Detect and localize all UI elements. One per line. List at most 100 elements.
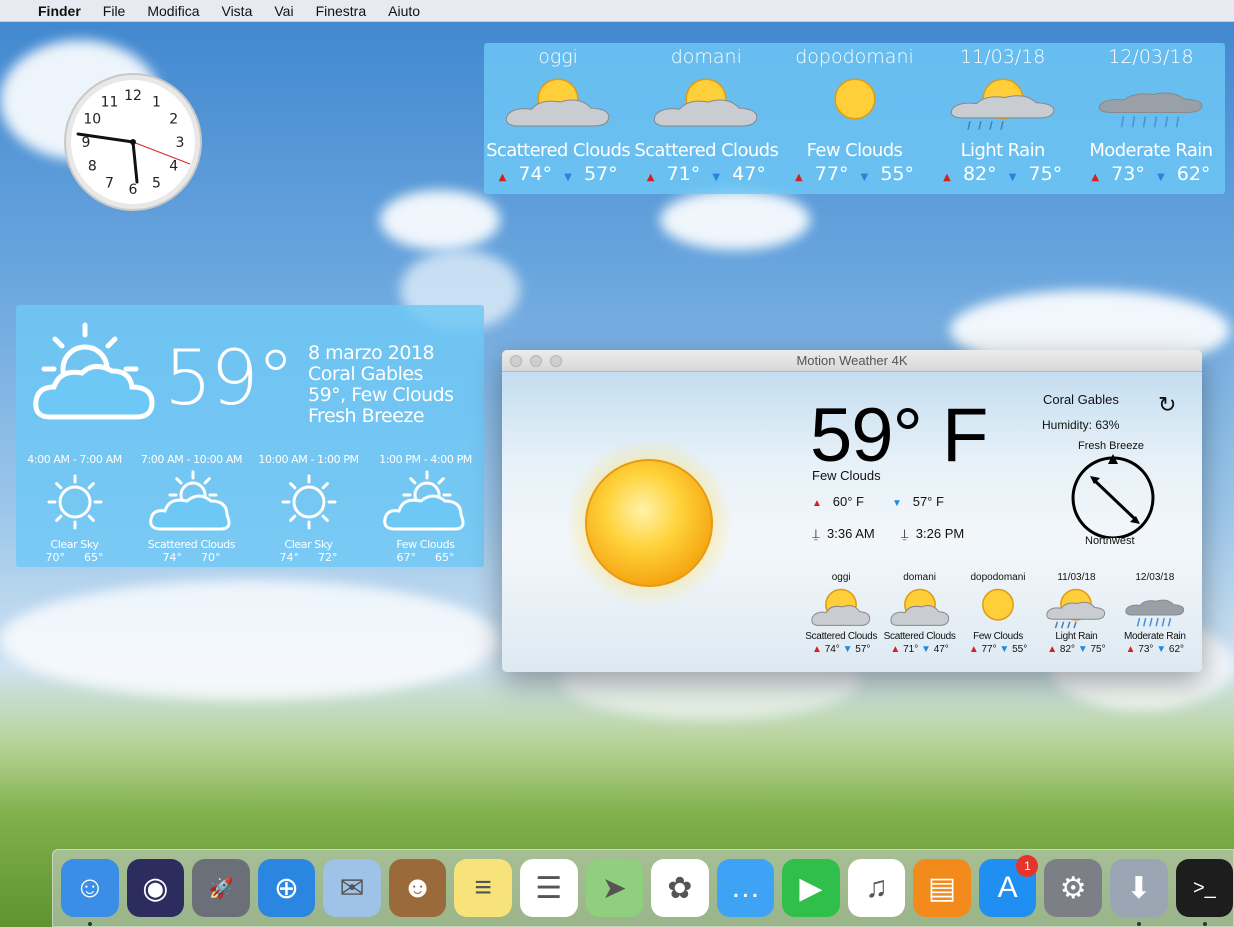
slot-time: 1:00 PM - 4:00 PM [379,453,472,466]
menu-app-finder[interactable]: Finder [38,3,81,19]
forecast-day: dopodomani Few Clouds ▲ 77° ▼ 55° [780,43,928,194]
zoom-window-button[interactable] [550,355,562,367]
menu-aiuto[interactable]: Aiuto [388,3,420,19]
slot-time: 7:00 AM - 10:00 AM [140,453,243,466]
mini-day-name: domani [903,572,937,583]
forecast-day: oggi Scattered Clouds ▲ 74° ▼ 57° [484,43,632,194]
mini-high: 74° [824,644,840,655]
dock-mail-icon[interactable]: ✉ [323,859,381,917]
running-indicator [1202,922,1207,926]
forecast-day: 12/03/18 Moderate Rain ▲ 73° ▼ 62° [1077,43,1225,194]
slot-temp-2: 72° [318,551,338,564]
mini-high: 77° [981,644,997,655]
menu-file[interactable]: File [103,3,126,19]
forecast-condition: Few Clouds [806,140,903,161]
mini-day-name: 12/03/18 [1135,572,1175,583]
high-temp: ▲ 60° F [812,494,864,509]
running-indicator [1137,922,1141,926]
light-rain-icon [1037,583,1115,631]
motion-weather-window[interactable]: Motion Weather 4K 59° F Few Clouds ▲ 60°… [502,350,1202,672]
down-arrow-icon: ▼ [999,644,1010,655]
clock-widget: 12 1 2 3 4 5 6 7 8 9 10 11 [55,72,212,212]
dock-photos-icon[interactable]: ✿ [651,859,709,917]
dock-system-preferences-icon[interactable]: ⚙ [1044,859,1102,917]
forecast-widget[interactable]: oggi Scattered Clouds ▲ 74° ▼ 57° domani… [484,43,1225,194]
window-titlebar[interactable]: Motion Weather 4K [502,350,1202,372]
dock-maps-icon[interactable]: ➤ [585,859,644,917]
window-condition: Few Clouds [812,468,881,483]
scattered-clouds-icon [880,583,958,631]
up-arrow-icon: ▲ [794,172,803,183]
dock-contacts-icon[interactable]: ☻ [388,859,447,917]
current-city: Coral Gables [308,363,423,385]
sunrise: ⍊ 3:36 AM [812,526,875,541]
mini-forecast-day: oggi Scattered Clouds ▲ 74° ▼ 57° [802,572,880,655]
mini-low: 55° [1012,644,1028,655]
slot-condition: Clear Sky [284,538,333,551]
minimize-window-button[interactable] [530,355,542,367]
few-clouds-icon [959,583,1037,631]
clock-number: 6 [129,182,138,198]
menu-modifica[interactable]: Modifica [147,3,199,19]
forecast-day-name: domani [670,46,742,68]
menu-vista[interactable]: Vista [221,3,252,19]
window-temperature: 59° F [810,393,988,478]
menu-finestra[interactable]: Finestra [316,3,367,19]
forecast-high: 71° [666,163,701,185]
up-arrow-icon: ▲ [1125,644,1136,655]
current-summary: 59°, Few Clouds [308,384,454,406]
slot-condition: Few Clouds [396,538,455,551]
dock-facetime-icon[interactable]: ▶ [782,859,840,917]
mini-condition: Scattered Clouds [883,631,956,642]
few-clouds-icon [30,317,160,431]
dock-launchpad-icon[interactable]: 🚀 [192,859,250,917]
low-temp: ▼ 57° F [891,494,944,509]
forecast-day-name: 11/03/18 [960,46,1046,68]
dock-siri-icon[interactable]: ◉ [126,859,185,917]
dock-reminders-icon[interactable]: ☰ [519,859,578,917]
dock-downloads-icon[interactable]: ⬇ [1110,859,1168,926]
menu-vai[interactable]: Vai [274,3,293,19]
current-wind: Fresh Breeze [308,405,425,427]
up-arrow-icon: ▲ [646,172,655,183]
wind-compass-icon [1066,454,1160,543]
close-window-button[interactable] [510,355,522,367]
slot-temp-2: 70° [201,551,221,564]
slot-temp-1: 70° [45,551,66,564]
down-arrow-icon: ▼ [1008,172,1017,183]
dock-ibooks-icon[interactable]: ▤ [913,859,971,917]
current-weather-widget[interactable]: 59° 8 marzo 2018 Coral Gables 59°, Few C… [16,305,484,567]
forecast-condition: Scattered Clouds [634,140,779,161]
dock-itunes-icon[interactable]: ♫ [847,859,906,917]
slot-temp-1: 67° [396,551,417,564]
current-date: 8 marzo 2018 [308,342,435,364]
dock-safari-icon[interactable]: ⊕ [257,859,316,917]
few-clouds-icon [780,72,928,132]
forecast-day: domani Scattered Clouds ▲ 71° ▼ 47° [632,43,780,194]
forecast-high: 74° [518,163,553,185]
mini-condition: Scattered Clouds [805,631,878,642]
dock-finder-icon[interactable]: ☺ [61,859,119,926]
scattered-clouds-icon [802,583,880,631]
dock-messages-icon[interactable]: … [716,859,775,917]
refresh-icon[interactable]: ↻ [1158,392,1176,418]
sunset-icon: ⍊ [900,526,909,541]
forecast-high: 73° [1111,163,1145,185]
mini-high: 73° [1138,644,1154,655]
down-arrow-icon: ▼ [1156,644,1167,655]
dock-notes-icon[interactable]: ≡ [454,859,512,917]
clock-number: 11 [101,94,119,110]
clear-sky-icon [16,466,133,538]
slot-condition: Scattered Clouds [147,538,236,551]
slot-temp-2: 65° [84,551,104,564]
up-arrow-icon: ▲ [890,644,901,655]
forecast-day: 11/03/18 Light Rain ▲ 82° ▼ 75° [929,43,1077,194]
down-arrow-icon: ▼ [1156,172,1165,183]
clock-number: 1 [152,94,161,110]
dock-app-store-icon[interactable]: A 1 [978,855,1039,917]
dock-terminal-icon[interactable]: >_ [1175,859,1234,926]
clock-number: 10 [83,112,101,128]
slot-temp-1: 74° [162,551,183,564]
light-rain-icon [929,72,1077,132]
forecast-low: 57° [583,163,618,185]
